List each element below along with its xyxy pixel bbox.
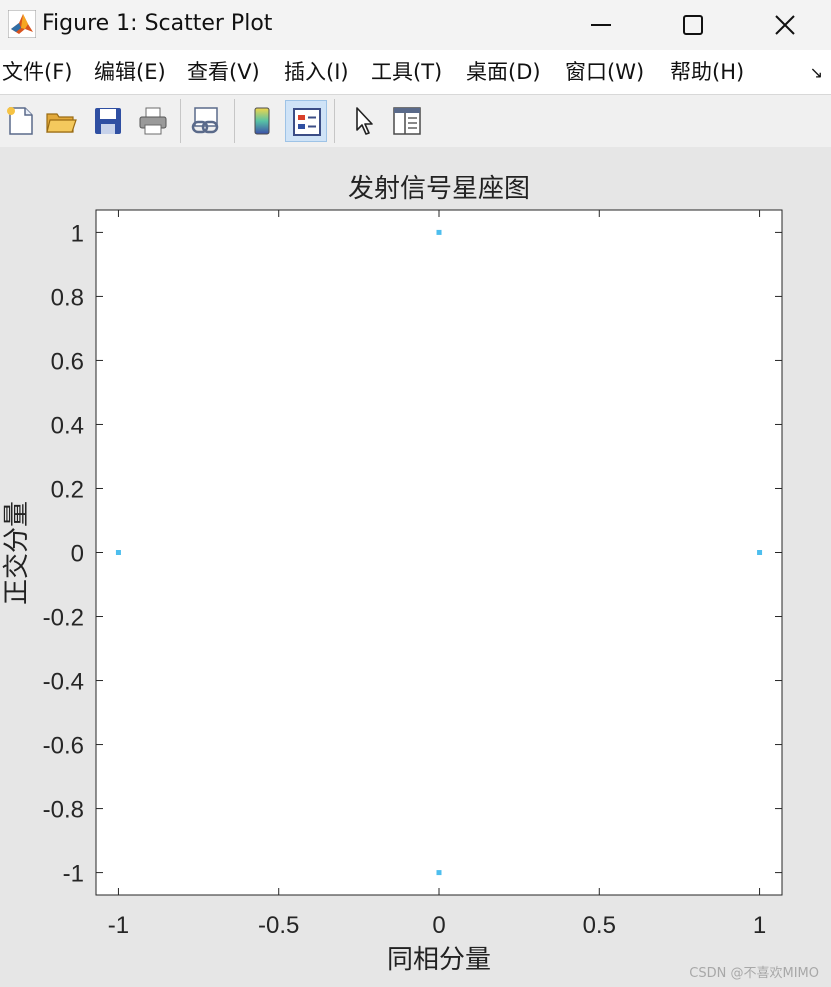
axes-background[interactable] <box>95 209 783 896</box>
y-tick-label: -0.6 <box>43 733 84 760</box>
x-axis-label: 同相分量 <box>386 945 491 975</box>
y-axis-label: 正交分量 <box>2 500 32 606</box>
x-tick-label: -0.5 <box>258 912 299 939</box>
y-tick-label: -0.2 <box>43 605 84 632</box>
plot-title: 发射信号星座图 <box>347 174 530 204</box>
y-tick-label: 0 <box>71 541 84 568</box>
scatter-plot[interactable]: -1 -0.5 0 0.5 1 1 0.8 0.6 0.4 0.2 0 -0.2 -0.4 -0.6 -0.… <box>0 0 831 987</box>
x-tick-label: 1 <box>753 912 766 939</box>
y-tick-label: -1 <box>63 861 84 888</box>
y-tick-label: 0.4 <box>51 412 84 439</box>
y-tick-label: -0.4 <box>43 669 84 696</box>
data-point <box>757 550 763 555</box>
data-point <box>436 870 442 876</box>
data-point <box>436 229 442 235</box>
x-tick-label: 0.5 <box>583 912 616 939</box>
x-tick-label: -1 <box>108 912 129 939</box>
x-tick-label: 0 <box>432 912 445 939</box>
watermark: CSDN @不喜欢MIMO <box>689 966 819 981</box>
y-tick-label: -0.8 <box>43 797 84 824</box>
y-tick-label: 1 <box>71 220 84 247</box>
y-tick-label: 0.2 <box>51 476 84 503</box>
y-tick-label: 0.8 <box>51 284 84 311</box>
data-point <box>115 550 121 555</box>
y-tick-label: 0.6 <box>51 348 84 375</box>
